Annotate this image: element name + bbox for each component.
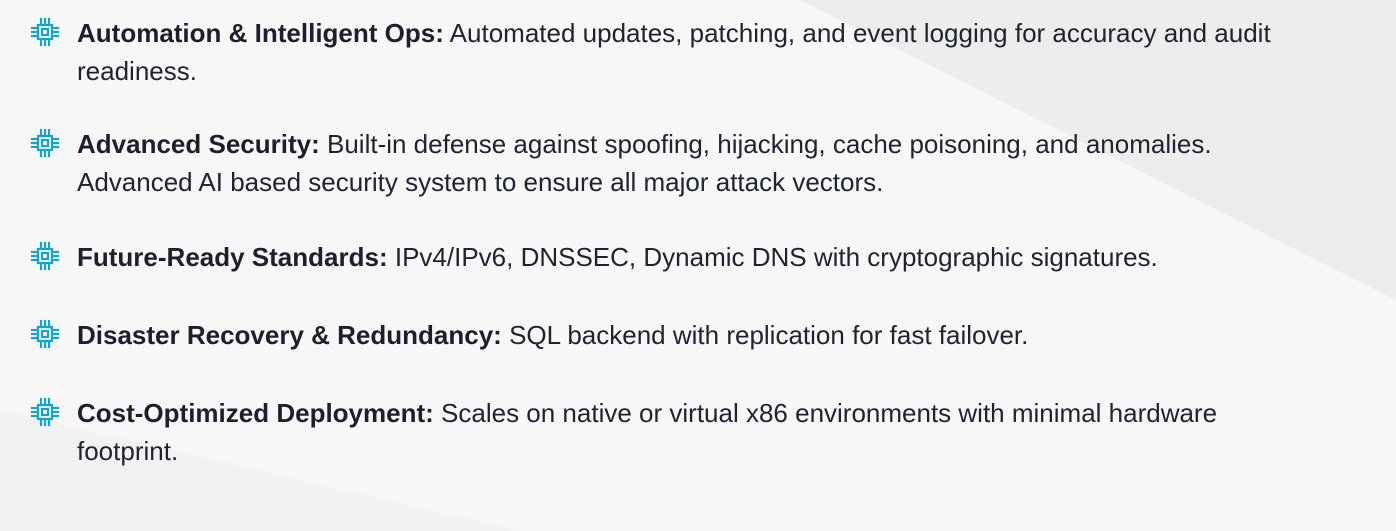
feature-text: Disaster Recovery & Redundancy: SQL back… [77,316,1307,354]
feature-description: IPv4/IPv6, DNSSEC, Dynamic DNS with cryp… [394,242,1158,272]
feature-title: Future-Ready Standards: [77,242,388,272]
cpu-chip-icon [30,319,60,349]
feature-title: Advanced Security: [77,129,320,159]
feature-text: Automation & Intelligent Ops: Automated … [77,14,1307,90]
feature-description: SQL backend with replication for fast fa… [509,320,1029,350]
cpu-chip-icon [30,397,60,427]
cpu-chip-icon [30,241,60,271]
feature-list: Automation & Intelligent Ops: Automated … [0,0,1396,531]
feature-text: Advanced Security: Built-in defense agai… [77,125,1307,201]
cpu-chip-icon [30,128,60,158]
feature-text: Cost-Optimized Deployment: Scales on nat… [77,394,1307,470]
feature-title: Automation & Intelligent Ops: [77,18,444,48]
feature-title: Cost-Optimized Deployment: [77,398,434,428]
feature-title: Disaster Recovery & Redundancy: [77,320,502,350]
feature-text: Future-Ready Standards: IPv4/IPv6, DNSSE… [77,238,1307,276]
cpu-chip-icon [30,17,60,47]
